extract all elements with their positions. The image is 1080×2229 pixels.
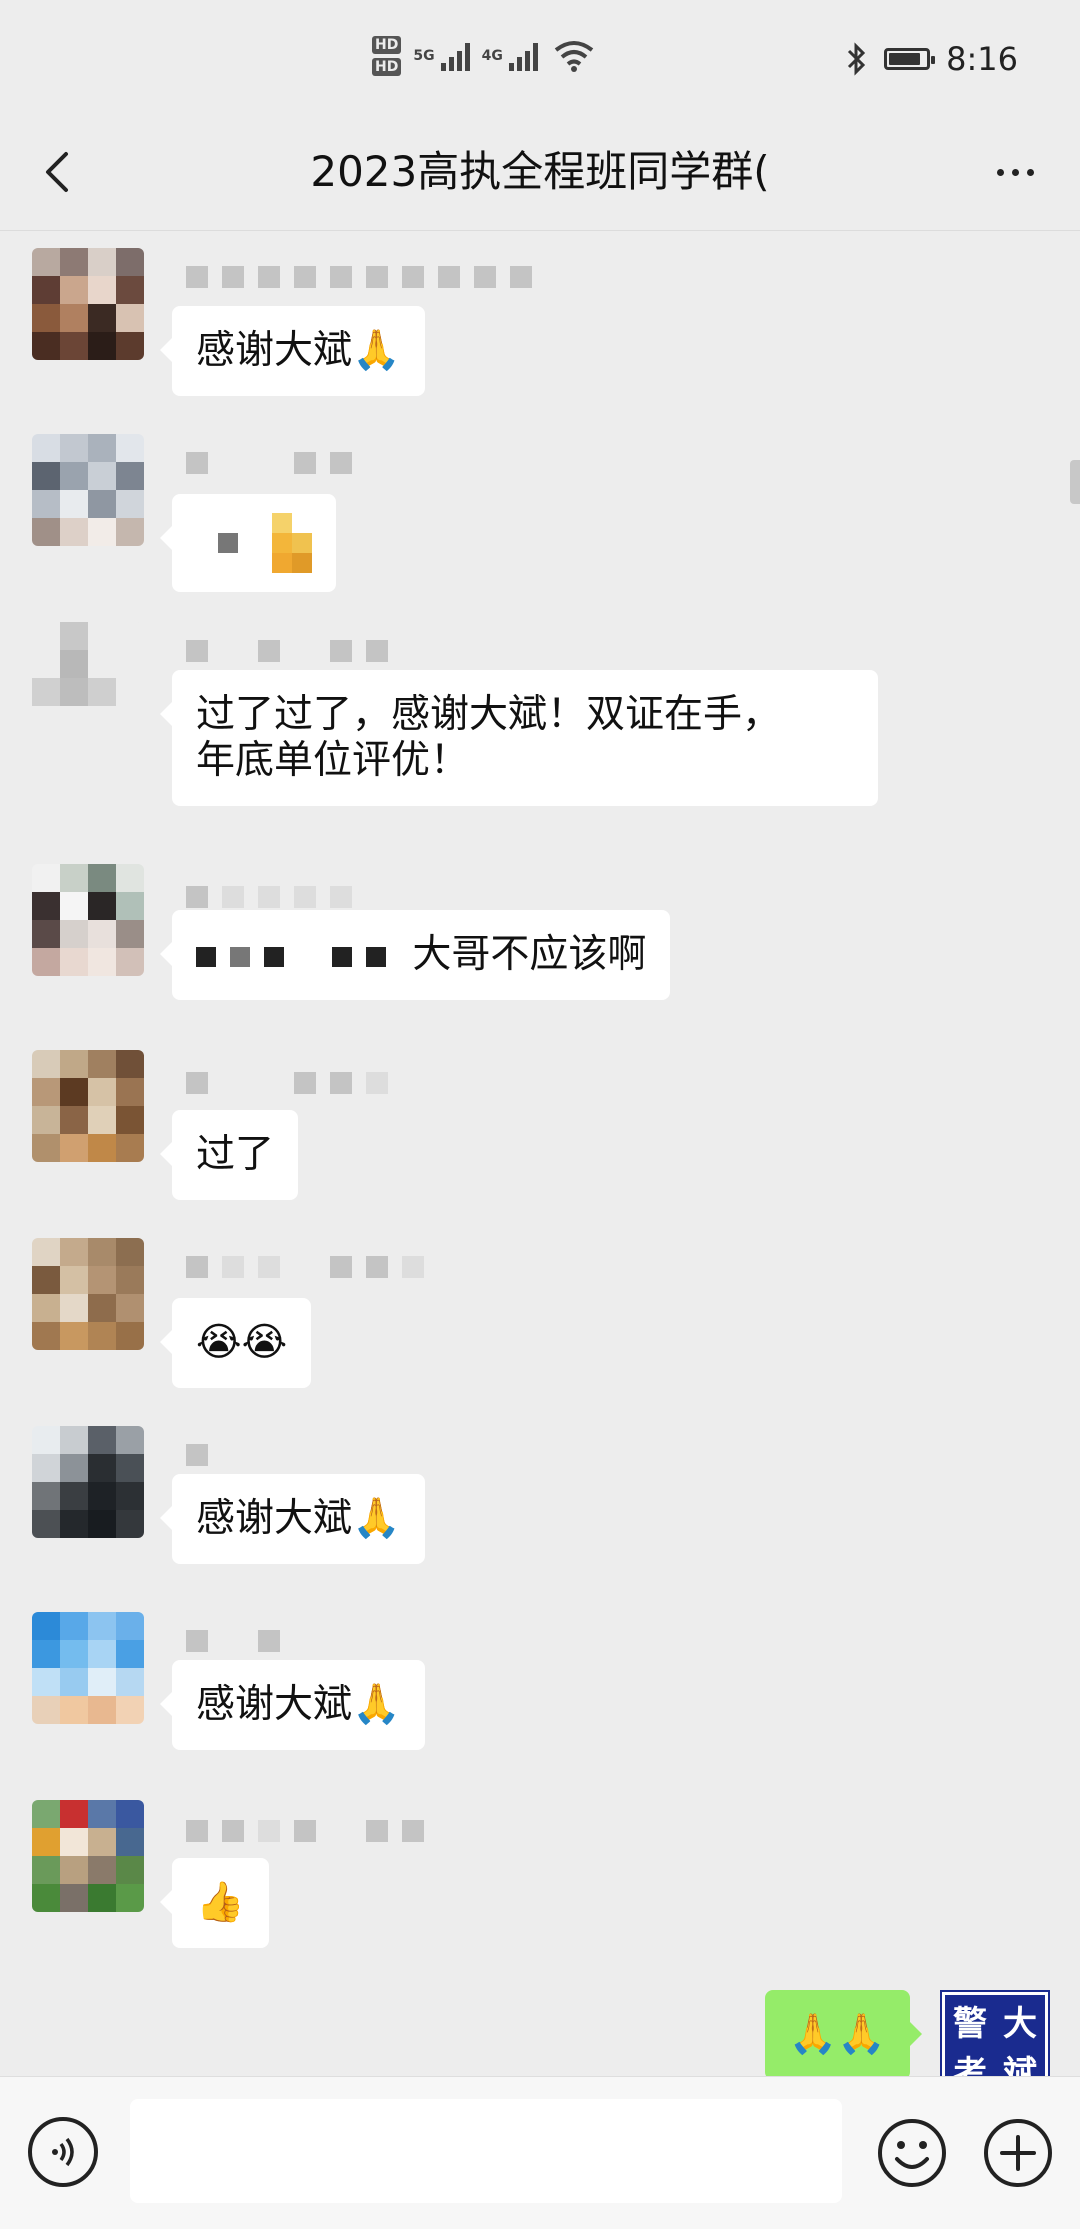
my-message-bubble[interactable]: 🙏🙏 xyxy=(764,1990,923,2080)
sender-name-blurred xyxy=(186,1444,208,1466)
avatar[interactable] xyxy=(32,622,144,734)
folded-hands-icon: 🙏🙏 xyxy=(788,2012,886,2057)
signal-icon xyxy=(508,41,538,71)
thumbs-up-icon: 👍 xyxy=(196,1880,245,1925)
wifi-icon xyxy=(554,41,594,72)
message-text-line: 年底单位评优！ xyxy=(196,738,470,783)
more-dots-icon xyxy=(996,168,1004,176)
message-bubble[interactable]: 过了 xyxy=(159,1110,299,1200)
plus-icon xyxy=(984,2119,1052,2187)
avatar[interactable] xyxy=(32,1612,144,1724)
voice-button[interactable] xyxy=(28,2117,98,2187)
message-bubble[interactable]: 感谢大斌🙏 xyxy=(160,306,425,396)
message-text: 感谢大斌 xyxy=(196,1496,353,1541)
message-bubble[interactable]: 感谢大斌🙏 xyxy=(160,1660,425,1750)
message-bubble[interactable]: 过了过了，感谢大斌！双证在手， 年底单位评优！ xyxy=(160,670,878,806)
folded-hands-icon: 🙏 xyxy=(352,328,401,373)
blurred-content xyxy=(218,533,238,553)
message-bubble[interactable]: 😭😭 xyxy=(159,1298,312,1388)
network-type-label: 5G xyxy=(413,48,435,64)
blurred-sticker xyxy=(272,513,312,573)
sender-name-blurred xyxy=(186,452,352,474)
message-text: 大哥不应该啊 xyxy=(412,932,647,977)
status-bar: HD HD 5G 4G 8:16 xyxy=(0,0,1080,120)
sender-name-blurred xyxy=(186,1820,424,1842)
message-text: 感谢大斌 xyxy=(196,1682,353,1727)
avatar[interactable] xyxy=(32,248,144,360)
sender-name-blurred xyxy=(186,1256,424,1278)
signal-icon xyxy=(440,41,470,71)
hd-badge: HD xyxy=(372,36,402,54)
avatar[interactable] xyxy=(32,1238,144,1350)
sender-name-blurred xyxy=(186,640,388,662)
sender-name-blurred xyxy=(186,266,532,288)
message-input[interactable] xyxy=(130,2099,842,2203)
avatar[interactable] xyxy=(32,1800,144,1912)
bluetooth-icon xyxy=(848,42,866,76)
voice-icon xyxy=(52,2137,74,2167)
message-text: 过了 xyxy=(196,1132,275,1177)
avatar[interactable] xyxy=(32,1050,144,1162)
more-button[interactable] xyxy=(980,142,1050,202)
plus-button[interactable] xyxy=(982,2117,1054,2189)
network-type-label: 4G xyxy=(481,48,503,64)
message-bubble[interactable]: 大哥不应该啊 xyxy=(159,910,671,1000)
avatar[interactable] xyxy=(32,1426,144,1538)
avatar[interactable] xyxy=(32,434,144,546)
message-bubble[interactable] xyxy=(160,494,336,592)
battery-icon xyxy=(884,48,936,70)
message-bubble[interactable]: 感谢大斌🙏 xyxy=(160,1474,425,1564)
sender-name-blurred xyxy=(186,1630,280,1652)
folded-hands-icon: 🙏 xyxy=(352,1682,401,1727)
sender-name-blurred xyxy=(186,886,352,908)
loudly-crying-icon: 😭😭 xyxy=(196,1320,288,1365)
hd-badge: HD xyxy=(372,58,402,76)
avatar[interactable] xyxy=(32,864,144,976)
message-bubble[interactable]: 👍 xyxy=(160,1858,269,1948)
scrollbar[interactable] xyxy=(1070,460,1080,504)
folded-hands-icon: 🙏 xyxy=(352,1496,401,1541)
chat-title: 2023高执全程班同学群( xyxy=(310,147,770,196)
emoji-icon xyxy=(878,2119,946,2187)
message-text-line: 过了过了，感谢大斌！双证在手， xyxy=(196,692,782,737)
emoji-button[interactable] xyxy=(876,2117,948,2189)
clock: 8:16 xyxy=(946,40,1018,78)
status-signal-group: HD HD 5G 4G xyxy=(372,36,594,76)
sender-name-blurred xyxy=(186,1072,388,1094)
message-text: 感谢大斌 xyxy=(196,328,353,373)
chat-header: 2023高执全程班同学群( xyxy=(0,120,1080,231)
input-bar xyxy=(0,2076,1080,2229)
